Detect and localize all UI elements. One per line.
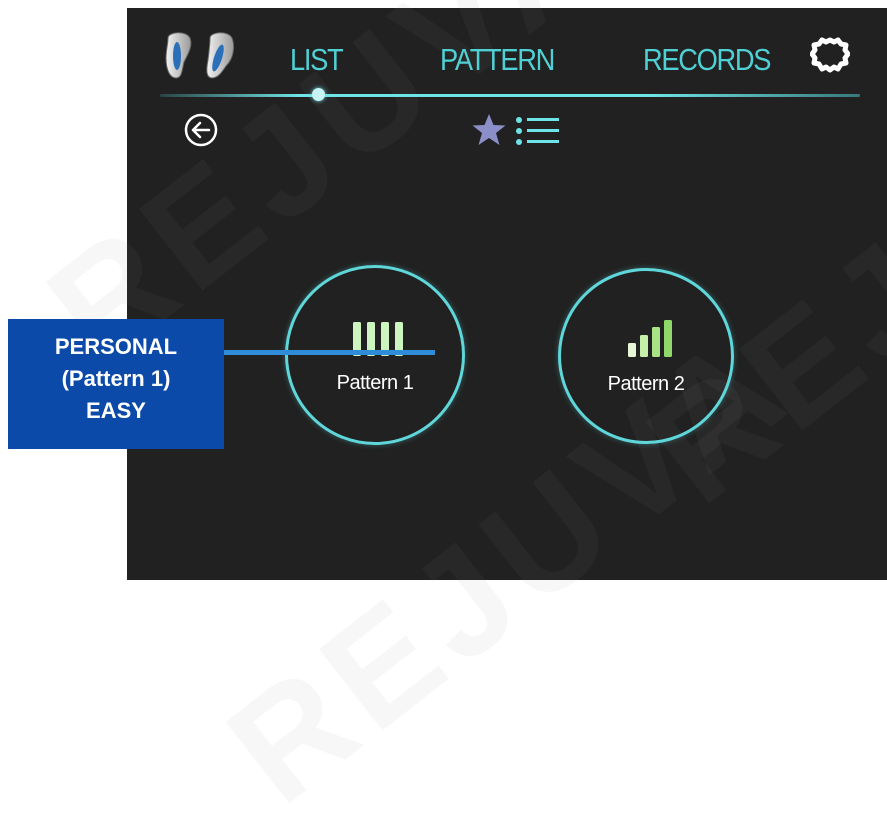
list-icon[interactable] [515,116,561,146]
tab-records[interactable]: RECORDS [643,42,771,78]
tab-pattern[interactable]: PATTERN [440,42,555,78]
nav-underline [160,94,860,97]
nav-active-indicator [312,88,325,101]
pattern-label: Pattern 2 [607,373,685,395]
callout-connector [224,350,435,355]
pattern-1-button[interactable]: Pattern 1 [285,265,465,445]
star-icon[interactable] [470,112,508,148]
pattern-label: Pattern 1 [336,372,414,394]
callout-subtitle: (Pattern 1) [61,366,171,391]
intensity-bars-icon [628,320,672,357]
callout-box: PERSONAL (Pattern 1) EASY [8,319,224,449]
callout-title: PERSONAL [54,334,178,359]
pattern-2-button[interactable]: Pattern 2 [558,268,734,444]
earbuds-icon[interactable] [162,30,240,82]
callout-level: EASY [86,398,146,423]
back-arrow-icon[interactable] [183,112,219,148]
gear-icon[interactable] [810,36,850,76]
tab-list[interactable]: LIST [290,42,344,78]
